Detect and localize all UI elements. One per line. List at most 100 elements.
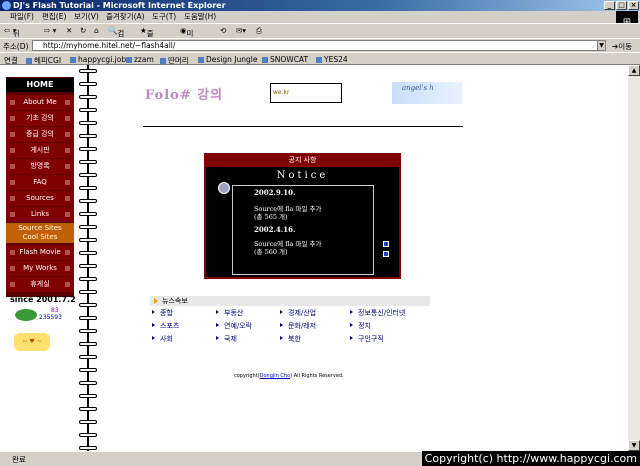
news-link[interactable]: 정보통신/인터넷	[350, 308, 405, 318]
spiral-coil	[79, 225, 97, 229]
print-button[interactable]: ⎙	[256, 26, 262, 36]
copyright-footer: copyright(Dongjin Cho) All Rights Reserv…	[234, 373, 344, 379]
link-item[interactable]: SNOWCAT	[262, 55, 308, 64]
menu-edit[interactable]: 편집(E)	[42, 11, 66, 23]
sidebar-item-about[interactable]: About Me	[6, 95, 74, 110]
notice-bullet-icon	[218, 182, 230, 194]
news-link[interactable]: 사회	[152, 334, 173, 344]
sidebar-item-board[interactable]: 게시판	[6, 143, 74, 158]
sidebar-item-source-sites[interactable]: Source Sites Cool Sites	[6, 223, 74, 243]
link-item[interactable]: Design Jungle	[198, 55, 257, 64]
spiral-coil	[79, 82, 97, 86]
news-section: 뉴스속보 종합 스포츠 사회 부동산 연예/오락 국제 경제/산업 문화/레저 …	[150, 296, 430, 351]
notice-text: Source에 fla 파일 추가 (총 560 개)	[254, 240, 322, 256]
forward-button[interactable]: ⇨ ▾	[44, 26, 56, 35]
news-link[interactable]: 북한	[280, 334, 301, 344]
title-bar: DJ's Flash Tutorial - Microsoft Internet…	[0, 0, 640, 11]
spiral-coil	[79, 433, 97, 437]
mail-button[interactable]: ✉▾	[236, 26, 246, 35]
sidebar-item-home[interactable]: HOME	[6, 78, 74, 92]
notice-body: Notice 2002.9.10. Source에 fla 파일 추가 (총 56…	[206, 167, 399, 277]
news-link[interactable]: 문화/레저	[280, 321, 316, 331]
counter-today: 83	[51, 307, 59, 314]
menu-help[interactable]: 도움말(H)	[184, 11, 216, 23]
spiral-coil	[79, 381, 97, 385]
sidebar-item-basic[interactable]: 기초 강의	[6, 111, 74, 126]
spiral-coil	[79, 329, 97, 333]
news-header: 뉴스속보	[150, 296, 430, 306]
notice-title: Notice	[276, 170, 329, 181]
sidebar-item-flash-movie[interactable]: Flash Movie	[6, 245, 74, 260]
news-link[interactable]: 경제/산업	[280, 308, 316, 318]
link-item[interactable]: zzam	[126, 55, 154, 64]
flash-banner-text: we.kr	[273, 89, 290, 96]
sidebar: HOME About Me 기초 강의 중급 강의 게시판 방명록 FAQ So…	[6, 77, 74, 297]
flash-banner[interactable]: we.kr	[270, 83, 342, 103]
back-button[interactable]: ⇦ 뒤로 ▾	[4, 26, 20, 49]
link-item[interactable]: happycgi.job	[70, 55, 126, 64]
news-link[interactable]: 연예/오락	[216, 321, 252, 331]
spiral-coil	[79, 342, 97, 346]
menu-view[interactable]: 보기(V)	[74, 11, 99, 23]
media-button[interactable]: ◉미디어	[180, 26, 193, 60]
address-input[interactable]: http://myhome.hitel.net/~flash4all/	[32, 40, 606, 51]
author-link[interactable]: Dongjin Cho	[260, 373, 291, 379]
spiral-coil	[79, 238, 97, 242]
angel-banner[interactable]: angel's h	[392, 82, 462, 104]
sidebar-item-lounge[interactable]: 휴게실	[6, 277, 74, 292]
news-link[interactable]: 국제	[216, 334, 237, 344]
sidebar-item-faq[interactable]: FAQ	[6, 175, 74, 190]
spiral-coil	[79, 446, 97, 450]
menu-file[interactable]: 파일(F)	[10, 11, 34, 23]
notice-date: 2002.4.16.	[254, 225, 296, 234]
notice-date: 2002.9.10.	[254, 188, 296, 197]
spiral-coil	[79, 212, 97, 216]
history-button[interactable]: ⟲	[220, 26, 226, 35]
notice-header: 공지 사항	[288, 156, 317, 164]
go-button[interactable]: ➔이동	[612, 41, 632, 52]
scroll-down-arrow-icon[interactable]: ▼	[628, 440, 640, 451]
spiral-coil	[79, 316, 97, 320]
spiral-coil	[79, 186, 97, 190]
scroll-up-arrow-icon[interactable]: ▲	[628, 65, 640, 76]
scroll-up-icon[interactable]	[383, 241, 389, 247]
spiral-coil	[79, 290, 97, 294]
menu-bar: 파일(F) 편집(E) 보기(V) 즐겨찾기(A) 도구(T) 도움말(H)	[0, 11, 640, 23]
counter-graphic	[15, 309, 37, 321]
news-link[interactable]: 스포츠	[152, 321, 179, 331]
news-link[interactable]: 구인구직	[350, 334, 384, 344]
link-item[interactable]: YES24	[316, 55, 348, 64]
links-bar: 연결 헤피CGI happycgi.job zzam 딴머리 Design Ju…	[0, 52, 640, 65]
spiral-coil	[79, 121, 97, 125]
sidebar-item-links[interactable]: Links	[6, 207, 74, 222]
sidebar-item-guestbook[interactable]: 방명록	[6, 159, 74, 174]
spiral-coil	[79, 134, 97, 138]
sidebar-item-intermediate[interactable]: 중급 강의	[6, 127, 74, 142]
close-button[interactable]: ×	[628, 1, 639, 10]
welcome-badge[interactable]: ~ ♥ ~	[14, 333, 50, 351]
news-link[interactable]: 정치	[350, 321, 371, 331]
maximize-button[interactable]: □	[616, 1, 627, 10]
spiral-coil	[79, 160, 97, 164]
minimize-button[interactable]: _	[604, 1, 615, 10]
toolbar: ⇦ 뒤로 ▾ ⇨ ▾ ✕ ↻ ⌂ 🔍검색 ★즐겨찾기 ◉미디어 ⟲ ✉▾ ⎙	[0, 23, 640, 71]
address-dropdown[interactable]: ▼	[597, 40, 606, 51]
site-logo: Folo# 강의	[145, 88, 224, 103]
spiral-coil	[79, 394, 97, 398]
stop-button[interactable]: ✕	[66, 26, 72, 35]
vertical-scrollbar[interactable]: ▲ ▼	[628, 65, 640, 451]
news-link[interactable]: 부동산	[216, 308, 243, 318]
page-content: HOME About Me 기초 강의 중급 강의 게시판 방명록 FAQ So…	[0, 65, 628, 451]
sidebar-item-sources[interactable]: Sources	[6, 191, 74, 206]
refresh-button[interactable]: ↻	[80, 26, 86, 35]
news-link[interactable]: 종합	[152, 308, 173, 318]
search-button[interactable]: 🔍검색	[108, 26, 124, 49]
menu-favorites[interactable]: 즐겨찾기(A)	[106, 11, 145, 23]
spiral-coil	[79, 95, 97, 99]
favorites-button[interactable]: ★즐겨찾기	[140, 26, 154, 71]
scroll-down-icon[interactable]	[383, 251, 389, 257]
window-title: DJ's Flash Tutorial - Microsoft Internet…	[13, 1, 226, 10]
sidebar-item-my-works[interactable]: My Works	[6, 261, 74, 276]
home-button[interactable]: ⌂	[94, 26, 99, 35]
menu-tools[interactable]: 도구(T)	[152, 11, 176, 23]
